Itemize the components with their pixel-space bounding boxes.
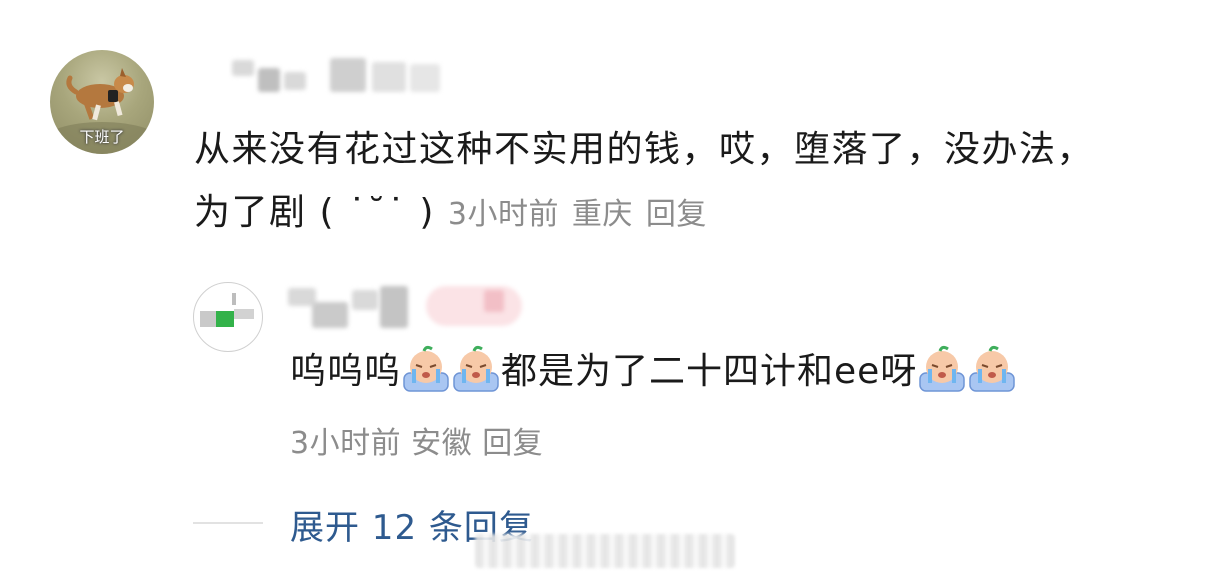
reply-location: 安徽 [411,426,473,461]
watermark-blur [475,534,735,568]
green-square-icon [200,293,254,327]
reply-text-part1: 呜呜呜 [290,351,402,392]
comment-text: 从来没有花过这种不实用的钱，哎，堕落了，没办法，为了剧 ( ˙˘˙ ) [194,129,1095,233]
reply-time: 3小时前 [290,426,402,461]
comment-body: 从来没有花过这种不实用的钱，哎，堕落了，没办法，为了剧 ( ˙˘˙ ) 3小时前… [194,118,1124,246]
comment-time: 3小时前 [447,197,559,232]
commenter-avatar[interactable]: 下班了 [50,50,154,154]
reply-meta: 3小时前 安徽 回复 [290,418,543,462]
replier-avatar[interactable] [193,282,263,352]
comment-reply-button[interactable]: 回复 [646,197,707,232]
crying-face-icon [919,345,966,392]
crying-face-icon [403,345,449,392]
reply-reply-button[interactable]: 回复 [482,426,543,461]
expand-divider [193,522,263,524]
avatar-caption: 下班了 [79,128,125,146]
comment-location: 重庆 [571,197,633,232]
reply-body: 呜呜呜 都是为了二十四计和ee呀 [290,340,1170,404]
reply-text-part2: 都是为了二十四计和ee呀 [501,351,918,392]
comment-thread: 下班了 从来没有花过这种不实用的钱，哎，堕落了，没办法，为了剧 ( ˙˘˙ ) … [0,0,1206,580]
crying-face-icon [969,345,1016,392]
commenter-username-blurred[interactable] [232,56,442,94]
crying-face-icon [453,345,499,392]
replier-username-blurred[interactable] [288,282,528,330]
